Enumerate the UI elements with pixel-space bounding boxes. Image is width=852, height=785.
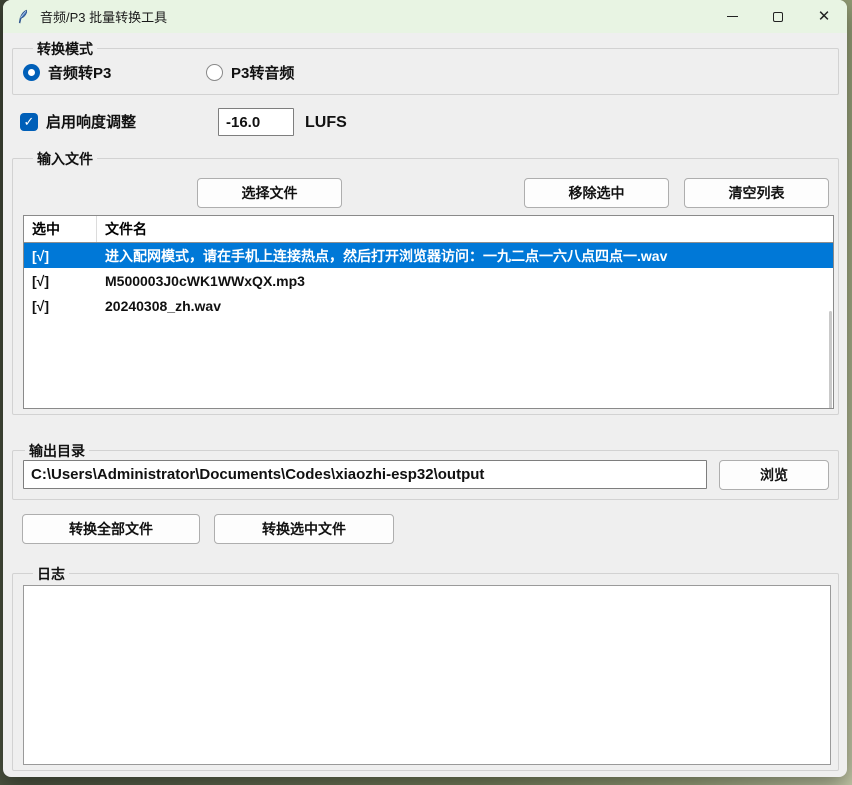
app-window: 音频/P3 批量转换工具 ✕ 转换模式 音频转P3 P3转音频 ✓ 启用响度调整… [3, 0, 847, 777]
select-files-button[interactable]: 选择文件 [197, 178, 342, 208]
row-checked-cell: [√] [24, 248, 97, 264]
radio-audio-to-p3[interactable]: 音频转P3 [23, 62, 111, 83]
table-row[interactable]: [√] 进入配网模式，请在手机上连接热点，然后打开浏览器访问：一九二点一六八点四… [24, 243, 833, 268]
radio-unselected-icon [206, 64, 223, 81]
row-filename-cell: 进入配网模式，请在手机上连接热点，然后打开浏览器访问：一九二点一六八点四点一.w… [97, 246, 833, 266]
checkbox-checked-icon: ✓ [20, 113, 38, 131]
column-header-filename[interactable]: 文件名 [97, 216, 833, 242]
maximize-icon [773, 12, 783, 22]
python-feather-icon [15, 9, 31, 25]
lufs-input[interactable] [218, 108, 294, 136]
table-row[interactable]: [√] 20240308_zh.wav [24, 293, 833, 318]
close-button[interactable]: ✕ [801, 0, 847, 33]
radio-selected-icon [23, 64, 40, 81]
mode-group: 转换模式 音频转P3 P3转音频 [12, 48, 839, 95]
table-row[interactable]: [√] M500003J0cWK1WWxQX.mp3 [24, 268, 833, 293]
file-table: 选中 文件名 [√] 进入配网模式，请在手机上连接热点，然后打开浏览器访问：一九… [23, 215, 834, 409]
file-table-header: 选中 文件名 [24, 216, 833, 243]
minimize-button[interactable] [709, 0, 755, 33]
loudness-checkbox-label: 启用响度调整 [46, 111, 136, 132]
maximize-button[interactable] [755, 0, 801, 33]
row-filename-cell: M500003J0cWK1WWxQX.mp3 [97, 273, 833, 289]
mode-group-label: 转换模式 [33, 39, 97, 59]
log-textarea[interactable] [23, 585, 831, 765]
output-path-input[interactable] [23, 460, 707, 489]
output-dir-group-label: 输出目录 [25, 441, 89, 461]
title-bar: 音频/P3 批量转换工具 ✕ [3, 0, 847, 33]
clear-list-button[interactable]: 清空列表 [684, 178, 829, 208]
minimize-icon [727, 16, 738, 17]
input-files-group-label: 输入文件 [33, 149, 97, 169]
radio-p3-to-audio-label: P3转音频 [231, 62, 294, 83]
window-title: 音频/P3 批量转换工具 [40, 7, 167, 26]
lufs-unit-label: LUFS [305, 114, 347, 132]
table-scrollbar[interactable] [829, 311, 832, 409]
close-icon: ✕ [818, 9, 831, 24]
row-checked-cell: [√] [24, 298, 97, 314]
row-checked-cell: [√] [24, 273, 97, 289]
input-files-group: 输入文件 选择文件 移除选中 清空列表 选中 文件名 [√] 进入配网模式，请在… [12, 158, 839, 415]
convert-all-button[interactable]: 转换全部文件 [22, 514, 200, 544]
output-dir-group: 输出目录 浏览 [12, 450, 839, 500]
column-header-checked[interactable]: 选中 [24, 216, 97, 242]
log-group-label: 日志 [33, 564, 69, 584]
radio-audio-to-p3-label: 音频转P3 [48, 62, 111, 83]
convert-selected-button[interactable]: 转换选中文件 [214, 514, 394, 544]
radio-p3-to-audio[interactable]: P3转音频 [206, 62, 294, 83]
loudness-checkbox[interactable]: ✓ 启用响度调整 [20, 111, 136, 132]
row-filename-cell: 20240308_zh.wav [97, 298, 833, 314]
browse-button[interactable]: 浏览 [719, 460, 829, 490]
remove-selected-button[interactable]: 移除选中 [524, 178, 669, 208]
log-group: 日志 [12, 573, 839, 771]
